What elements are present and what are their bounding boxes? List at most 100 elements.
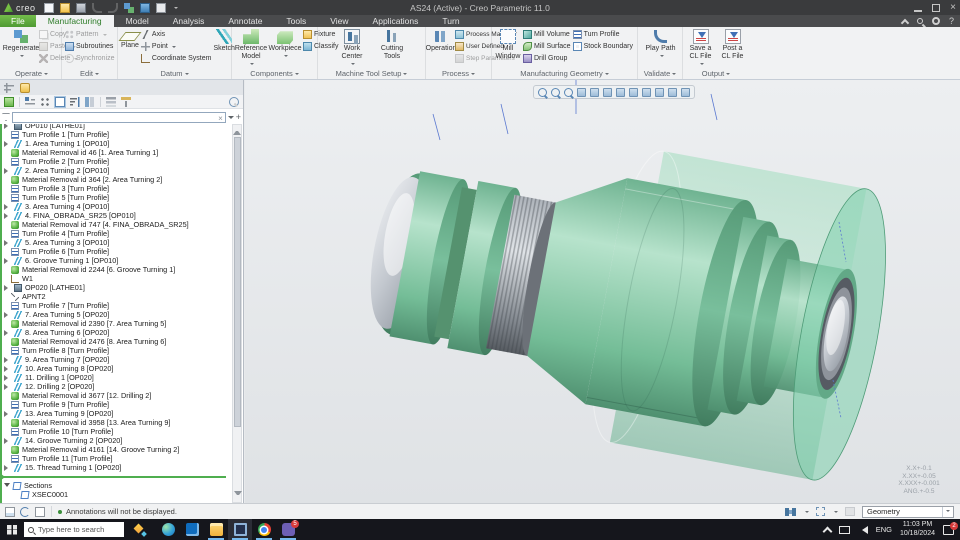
zoom-in-icon[interactable] — [551, 87, 560, 97]
tree-view-icon[interactable] — [25, 96, 35, 107]
expand-arrow-icon[interactable] — [4, 437, 11, 444]
mill-volume-button[interactable]: Mill Volume — [523, 29, 571, 40]
tree-item[interactable]: Turn Profile 6 [Turn Profile] — [2, 247, 232, 256]
operation-button[interactable]: Operation — [426, 29, 456, 69]
tree-item[interactable]: 4. FINA_OBRADA_SR25 [OP010] — [2, 211, 232, 220]
saved-orientations-icon[interactable] — [603, 87, 612, 97]
save-icon[interactable] — [76, 2, 86, 13]
taskbar-app-chrome[interactable] — [252, 519, 276, 540]
tab-file[interactable]: File — [0, 15, 36, 27]
point-button[interactable]: Point — [140, 41, 212, 52]
tree-item[interactable]: 10. Area Turning 8 [OP020] — [2, 364, 232, 373]
graphics-viewport[interactable]: X.X+-0.1 X.XX+-0.05 X.XXX+-0.001 ANG.+-0.5 — [245, 80, 960, 503]
tree-columns-icon[interactable] — [85, 96, 95, 107]
tree-item[interactable]: 15. Thread Turning 1 [OP020] — [2, 463, 232, 472]
tree-item[interactable]: 3. Area Turning 4 [OP010] — [2, 202, 232, 211]
tree-item[interactable]: 11. Drilling 1 [OP020] — [2, 373, 232, 382]
find-caret-icon[interactable] — [805, 510, 809, 515]
expand-arrow-icon[interactable] — [4, 383, 11, 390]
tab-applications[interactable]: Applications — [361, 15, 431, 27]
tree-item[interactable]: 13. Area Turning 9 [OP020] — [2, 409, 232, 418]
tree-item[interactable]: Material Removal id 4161 [14. Groove Tur… — [2, 445, 232, 454]
coordinate-system-button[interactable]: Coordinate System — [140, 53, 211, 64]
tree-item[interactable]: 5. Area Turning 3 [OP010] — [2, 238, 232, 247]
play-path-button[interactable]: Play Path — [645, 29, 677, 69]
tree-item[interactable]: Turn Profile 9 [Turn Profile] — [2, 400, 232, 409]
taskbar-search-input[interactable]: Type here to search — [24, 522, 124, 537]
tree-item[interactable]: Turn Profile 2 [Turn Profile] — [2, 157, 232, 166]
collapse-ribbon-icon[interactable] — [900, 18, 910, 27]
display-style-icon[interactable] — [590, 87, 599, 97]
expand-arrow-icon[interactable] — [4, 239, 11, 246]
help-icon[interactable]: ? — [949, 16, 954, 26]
cutting-tools-button[interactable]: Cutting Tools — [376, 29, 408, 69]
show-settings-icon[interactable] — [4, 96, 14, 107]
tree-item[interactable]: 12. Drilling 2 [OP020] — [2, 382, 232, 391]
add-filter-icon[interactable]: + — [236, 112, 241, 122]
expand-arrow-icon[interactable] — [4, 140, 11, 147]
tree-item[interactable]: 2. Area Turning 2 [OP010] — [2, 166, 232, 175]
tree-item[interactable]: Material Removal id 747 [4. FINA_OBRADA_… — [2, 220, 232, 229]
tree-item[interactable]: 1. Area Turning 1 [OP010] — [2, 139, 232, 148]
tab-turn[interactable]: Turn — [430, 15, 471, 27]
model-display-icon[interactable] — [140, 2, 150, 13]
filter-options-caret-icon[interactable] — [227, 115, 234, 122]
tree-item[interactable]: Material Removal id 364 [2. Area Turning… — [2, 175, 232, 184]
expand-arrow-icon[interactable] — [4, 124, 11, 129]
customize-toolbar-caret-icon[interactable] — [174, 6, 178, 11]
group-label-machine-tool-setup[interactable]: Machine Tool Setup — [318, 69, 425, 79]
gear-icon[interactable] — [931, 17, 940, 25]
tree-item[interactable]: W1 — [2, 274, 232, 283]
repaint-icon[interactable] — [577, 87, 586, 97]
synchronize-button[interactable]: Synchronize — [65, 53, 115, 64]
expand-arrow-icon[interactable] — [4, 483, 10, 490]
language-indicator[interactable]: ENG — [876, 525, 892, 534]
tab-annotate[interactable]: Annotate — [216, 15, 274, 27]
refresh-status-icon[interactable] — [20, 506, 30, 517]
redo-icon[interactable] — [108, 2, 118, 13]
regenerate-quick-icon[interactable] — [124, 2, 134, 13]
turn-profile-button[interactable]: Turn Profile — [572, 29, 633, 40]
taskbar-clock[interactable]: 11:03 PM 10/18/2024 — [900, 521, 935, 538]
group-label-datum[interactable]: Datum — [118, 69, 231, 79]
window-select-icon[interactable] — [5, 506, 15, 517]
tree-filter-input[interactable]: × — [12, 111, 226, 123]
sort-icon[interactable] — [70, 96, 80, 107]
tree-item[interactable]: Turn Profile 4 [Turn Profile] — [2, 229, 232, 238]
find-icon[interactable] — [785, 507, 796, 516]
tree-item[interactable]: 9. Area Turning 7 [OP020] — [2, 355, 232, 364]
expand-arrow-icon[interactable] — [4, 257, 11, 264]
group-label-validate[interactable]: Validate — [638, 69, 682, 79]
expand-arrow-icon[interactable] — [4, 311, 11, 318]
close-icon[interactable]: × — [950, 2, 956, 13]
axis-button[interactable]: Axis — [140, 29, 212, 40]
workpiece-button[interactable]: Workpiece — [269, 29, 301, 69]
tree-item[interactable]: Turn Profile 7 [Turn Profile] — [2, 301, 232, 310]
expand-arrow-icon[interactable] — [4, 167, 11, 174]
tree-item[interactable]: Turn Profile 10 [Turn Profile] — [2, 427, 232, 436]
tree-item[interactable]: 7. Area Turning 5 [OP020] — [2, 310, 232, 319]
selection-filter-caret-icon[interactable] — [942, 506, 953, 517]
tree-item[interactable]: Material Removal id 2244 [6. Groove Turn… — [2, 265, 232, 274]
tree-item[interactable]: 8. Area Turning 6 [OP020] — [2, 328, 232, 337]
subroutines-button[interactable]: Subroutines — [65, 41, 115, 52]
minimize-icon[interactable] — [914, 4, 923, 12]
start-button[interactable] — [0, 519, 24, 540]
mill-window-button[interactable]: Mill Window — [495, 29, 521, 69]
tree-item[interactable]: Turn Profile 8 [Turn Profile] — [2, 346, 232, 355]
scroll-up-icon[interactable] — [233, 127, 241, 135]
spin-center-icon[interactable] — [668, 87, 677, 97]
group-label-edit[interactable]: Edit — [62, 69, 117, 79]
tree-item[interactable]: Material Removal id 2476 [8. Area Turnin… — [2, 337, 232, 346]
taskbar-app-outlook[interactable] — [180, 519, 204, 540]
expand-arrow-icon[interactable] — [4, 284, 11, 291]
tree-item[interactable]: Material Removal id 3958 [13. Area Turni… — [2, 418, 232, 427]
group-label-components[interactable]: Components — [232, 69, 317, 79]
taskbar-app-edge[interactable] — [156, 519, 180, 540]
plane-button[interactable]: Plane — [118, 29, 142, 69]
open-file-icon[interactable] — [60, 2, 70, 13]
tree-filters-icon[interactable] — [121, 96, 131, 107]
zoom-out-icon[interactable] — [564, 87, 573, 97]
command-search-icon[interactable] — [916, 18, 923, 24]
tree-item[interactable]: Material Removal id 2390 [7. Area Turnin… — [2, 319, 232, 328]
